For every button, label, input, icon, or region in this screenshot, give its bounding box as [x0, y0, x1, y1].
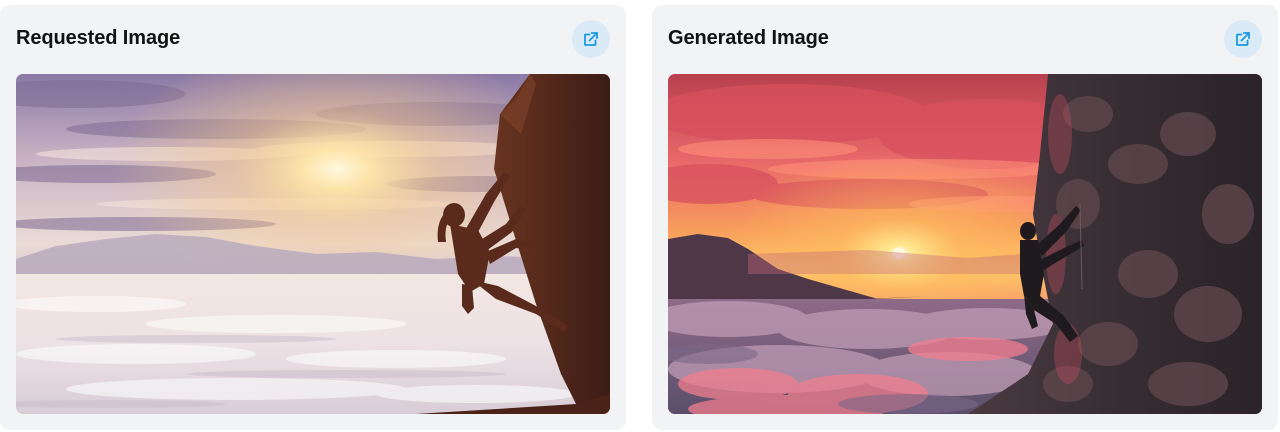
generated-image-title: Generated Image — [668, 27, 829, 49]
external-link-icon — [582, 30, 600, 48]
requested-image — [16, 74, 610, 414]
requested-image-card: Requested Image — [0, 5, 626, 430]
open-requested-image-button[interactable] — [572, 20, 610, 58]
external-link-icon — [1234, 30, 1252, 48]
requested-image-title: Requested Image — [16, 27, 181, 49]
open-generated-image-button[interactable] — [1224, 20, 1262, 58]
generated-image-card: Generated Image — [652, 5, 1278, 430]
generated-image — [668, 74, 1262, 414]
